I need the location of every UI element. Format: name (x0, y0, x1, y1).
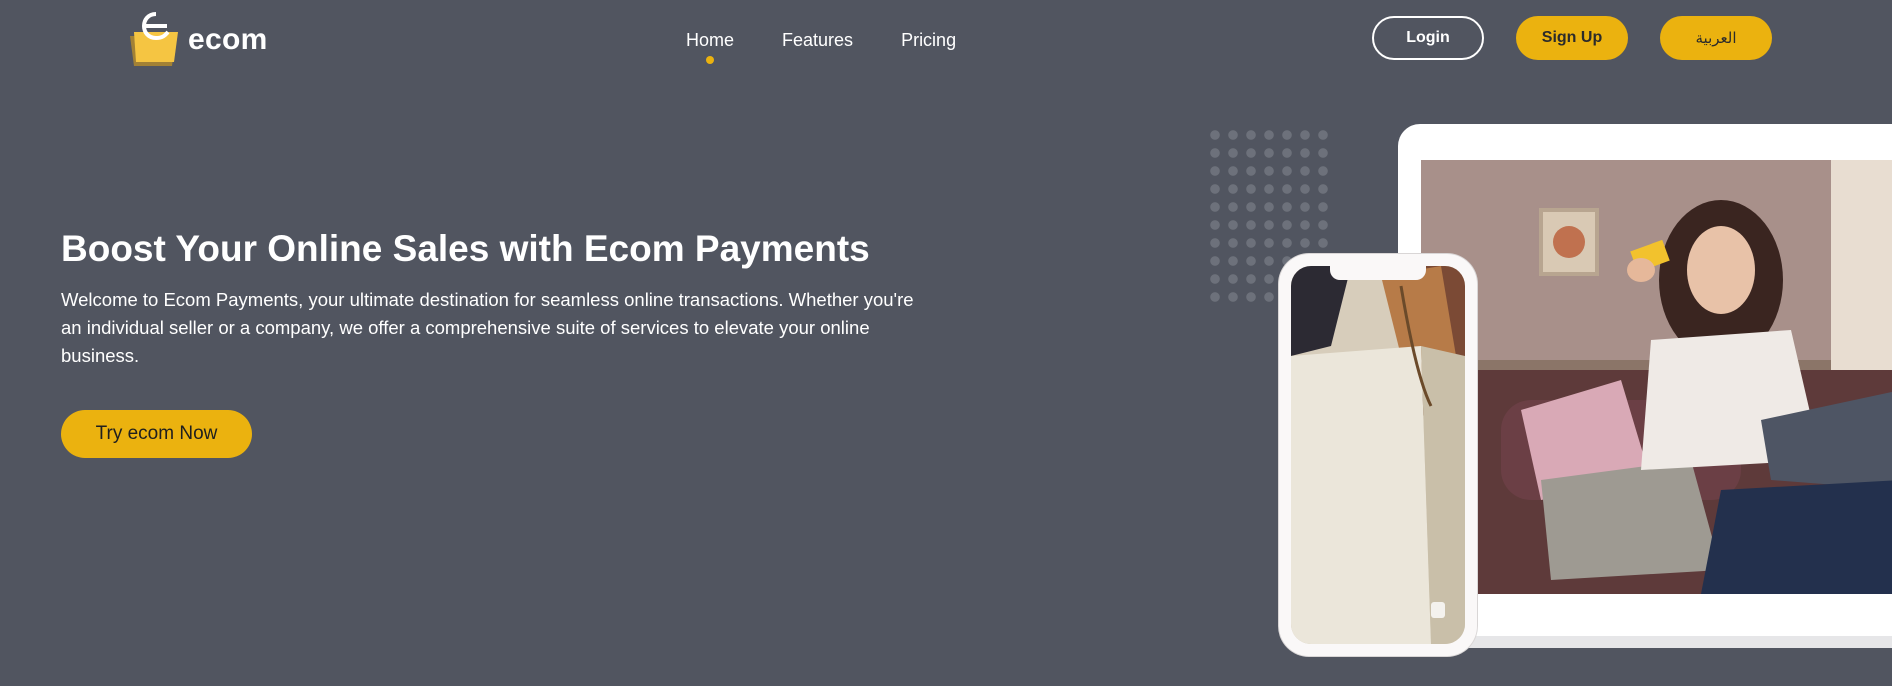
brand-name: ecom (188, 23, 268, 56)
hero-description: Welcome to Ecom Payments, your ultimate … (61, 289, 914, 366)
nav-pricing[interactable]: Pricing (901, 30, 956, 51)
nav-home[interactable]: Home (686, 30, 735, 64)
woman-shopping-with-card-photo (1421, 160, 1892, 594)
language-button[interactable]: العربية (1660, 16, 1772, 60)
phone-notch (1330, 266, 1426, 280)
try-ecom-button[interactable]: Try ecom Now (61, 410, 252, 458)
hero-title: Boost Your Online Sales with Ecom Paymen… (61, 228, 870, 269)
main-nav: Home Features Pricing (686, 30, 1004, 64)
nav-features-label: Features (782, 30, 854, 50)
shopping-bag-icon (126, 8, 182, 68)
login-button[interactable]: Login (1372, 16, 1484, 60)
nav-pricing-label: Pricing (901, 30, 957, 50)
nav-home-label: Home (686, 30, 735, 50)
shopping-bags-photo (1291, 266, 1465, 644)
signup-button[interactable]: Sign Up (1516, 16, 1628, 60)
active-indicator (706, 56, 714, 64)
nav-features[interactable]: Features (782, 30, 853, 51)
brand-logo[interactable]: ecom (126, 8, 268, 68)
